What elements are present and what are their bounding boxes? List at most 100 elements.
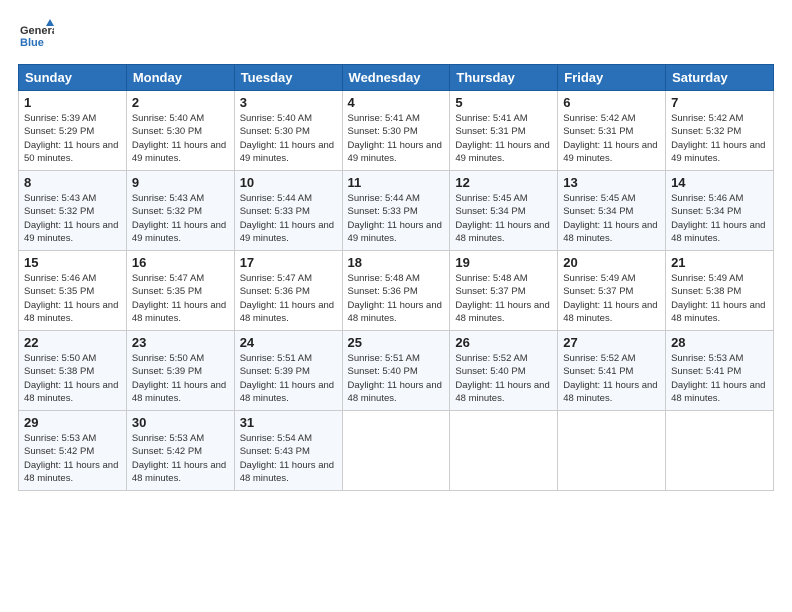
day-number: 6 — [563, 95, 660, 110]
weekday-header-sunday: Sunday — [19, 65, 127, 91]
weekday-header-thursday: Thursday — [450, 65, 558, 91]
day-number: 31 — [240, 415, 337, 430]
day-number: 7 — [671, 95, 768, 110]
calendar-cell: 4 Sunrise: 5:41 AM Sunset: 5:30 PM Dayli… — [342, 91, 450, 171]
day-info: Sunrise: 5:42 AM Sunset: 5:32 PM Dayligh… — [671, 112, 768, 165]
day-info: Sunrise: 5:47 AM Sunset: 5:36 PM Dayligh… — [240, 272, 337, 325]
calendar-cell: 28 Sunrise: 5:53 AM Sunset: 5:41 PM Dayl… — [666, 331, 774, 411]
day-number: 12 — [455, 175, 552, 190]
calendar-cell: 30 Sunrise: 5:53 AM Sunset: 5:42 PM Dayl… — [126, 411, 234, 491]
header: General Blue — [18, 18, 774, 54]
calendar-cell: 2 Sunrise: 5:40 AM Sunset: 5:30 PM Dayli… — [126, 91, 234, 171]
day-number: 9 — [132, 175, 229, 190]
calendar-cell — [342, 411, 450, 491]
calendar-cell: 7 Sunrise: 5:42 AM Sunset: 5:32 PM Dayli… — [666, 91, 774, 171]
calendar-cell: 16 Sunrise: 5:47 AM Sunset: 5:35 PM Dayl… — [126, 251, 234, 331]
calendar-cell — [450, 411, 558, 491]
day-number: 11 — [348, 175, 445, 190]
day-number: 28 — [671, 335, 768, 350]
weekday-header-friday: Friday — [558, 65, 666, 91]
day-info: Sunrise: 5:53 AM Sunset: 5:41 PM Dayligh… — [671, 352, 768, 405]
day-number: 19 — [455, 255, 552, 270]
page: General Blue SundayMondayTuesdayWednesda… — [0, 0, 792, 612]
logo: General Blue — [18, 18, 58, 54]
calendar-cell: 19 Sunrise: 5:48 AM Sunset: 5:37 PM Dayl… — [450, 251, 558, 331]
day-info: Sunrise: 5:44 AM Sunset: 5:33 PM Dayligh… — [348, 192, 445, 245]
calendar-cell: 12 Sunrise: 5:45 AM Sunset: 5:34 PM Dayl… — [450, 171, 558, 251]
day-number: 1 — [24, 95, 121, 110]
weekday-header-wednesday: Wednesday — [342, 65, 450, 91]
day-number: 17 — [240, 255, 337, 270]
calendar-cell: 10 Sunrise: 5:44 AM Sunset: 5:33 PM Dayl… — [234, 171, 342, 251]
svg-text:Blue: Blue — [20, 37, 44, 49]
day-info: Sunrise: 5:51 AM Sunset: 5:39 PM Dayligh… — [240, 352, 337, 405]
calendar-cell — [558, 411, 666, 491]
weekday-header-saturday: Saturday — [666, 65, 774, 91]
day-info: Sunrise: 5:40 AM Sunset: 5:30 PM Dayligh… — [240, 112, 337, 165]
calendar-cell: 21 Sunrise: 5:49 AM Sunset: 5:38 PM Dayl… — [666, 251, 774, 331]
calendar-cell: 31 Sunrise: 5:54 AM Sunset: 5:43 PM Dayl… — [234, 411, 342, 491]
day-number: 15 — [24, 255, 121, 270]
day-info: Sunrise: 5:52 AM Sunset: 5:40 PM Dayligh… — [455, 352, 552, 405]
day-number: 26 — [455, 335, 552, 350]
day-number: 22 — [24, 335, 121, 350]
calendar-cell: 24 Sunrise: 5:51 AM Sunset: 5:39 PM Dayl… — [234, 331, 342, 411]
day-number: 27 — [563, 335, 660, 350]
day-info: Sunrise: 5:49 AM Sunset: 5:38 PM Dayligh… — [671, 272, 768, 325]
calendar-cell: 22 Sunrise: 5:50 AM Sunset: 5:38 PM Dayl… — [19, 331, 127, 411]
day-number: 3 — [240, 95, 337, 110]
calendar-cell: 1 Sunrise: 5:39 AM Sunset: 5:29 PM Dayli… — [19, 91, 127, 171]
day-info: Sunrise: 5:50 AM Sunset: 5:38 PM Dayligh… — [24, 352, 121, 405]
day-number: 29 — [24, 415, 121, 430]
day-info: Sunrise: 5:48 AM Sunset: 5:36 PM Dayligh… — [348, 272, 445, 325]
day-info: Sunrise: 5:48 AM Sunset: 5:37 PM Dayligh… — [455, 272, 552, 325]
calendar-cell: 6 Sunrise: 5:42 AM Sunset: 5:31 PM Dayli… — [558, 91, 666, 171]
calendar-cell: 23 Sunrise: 5:50 AM Sunset: 5:39 PM Dayl… — [126, 331, 234, 411]
day-info: Sunrise: 5:45 AM Sunset: 5:34 PM Dayligh… — [455, 192, 552, 245]
calendar-cell: 3 Sunrise: 5:40 AM Sunset: 5:30 PM Dayli… — [234, 91, 342, 171]
day-info: Sunrise: 5:51 AM Sunset: 5:40 PM Dayligh… — [348, 352, 445, 405]
weekday-header-tuesday: Tuesday — [234, 65, 342, 91]
day-number: 24 — [240, 335, 337, 350]
logo-icon: General Blue — [18, 18, 54, 54]
calendar-cell: 14 Sunrise: 5:46 AM Sunset: 5:34 PM Dayl… — [666, 171, 774, 251]
day-number: 18 — [348, 255, 445, 270]
day-number: 13 — [563, 175, 660, 190]
calendar-table: SundayMondayTuesdayWednesdayThursdayFrid… — [18, 64, 774, 491]
calendar-cell: 20 Sunrise: 5:49 AM Sunset: 5:37 PM Dayl… — [558, 251, 666, 331]
day-number: 5 — [455, 95, 552, 110]
day-info: Sunrise: 5:54 AM Sunset: 5:43 PM Dayligh… — [240, 432, 337, 485]
calendar-cell: 17 Sunrise: 5:47 AM Sunset: 5:36 PM Dayl… — [234, 251, 342, 331]
day-number: 2 — [132, 95, 229, 110]
day-number: 16 — [132, 255, 229, 270]
day-info: Sunrise: 5:53 AM Sunset: 5:42 PM Dayligh… — [132, 432, 229, 485]
day-number: 23 — [132, 335, 229, 350]
calendar-cell: 29 Sunrise: 5:53 AM Sunset: 5:42 PM Dayl… — [19, 411, 127, 491]
day-info: Sunrise: 5:42 AM Sunset: 5:31 PM Dayligh… — [563, 112, 660, 165]
day-number: 25 — [348, 335, 445, 350]
day-info: Sunrise: 5:43 AM Sunset: 5:32 PM Dayligh… — [24, 192, 121, 245]
day-number: 20 — [563, 255, 660, 270]
calendar-cell: 9 Sunrise: 5:43 AM Sunset: 5:32 PM Dayli… — [126, 171, 234, 251]
day-number: 30 — [132, 415, 229, 430]
calendar-cell — [666, 411, 774, 491]
day-info: Sunrise: 5:53 AM Sunset: 5:42 PM Dayligh… — [24, 432, 121, 485]
day-info: Sunrise: 5:50 AM Sunset: 5:39 PM Dayligh… — [132, 352, 229, 405]
calendar-cell: 25 Sunrise: 5:51 AM Sunset: 5:40 PM Dayl… — [342, 331, 450, 411]
day-number: 21 — [671, 255, 768, 270]
calendar-cell: 18 Sunrise: 5:48 AM Sunset: 5:36 PM Dayl… — [342, 251, 450, 331]
day-number: 4 — [348, 95, 445, 110]
calendar-cell: 27 Sunrise: 5:52 AM Sunset: 5:41 PM Dayl… — [558, 331, 666, 411]
day-number: 10 — [240, 175, 337, 190]
day-info: Sunrise: 5:41 AM Sunset: 5:30 PM Dayligh… — [348, 112, 445, 165]
day-info: Sunrise: 5:52 AM Sunset: 5:41 PM Dayligh… — [563, 352, 660, 405]
day-number: 14 — [671, 175, 768, 190]
calendar-cell: 5 Sunrise: 5:41 AM Sunset: 5:31 PM Dayli… — [450, 91, 558, 171]
calendar-cell: 8 Sunrise: 5:43 AM Sunset: 5:32 PM Dayli… — [19, 171, 127, 251]
svg-text:General: General — [20, 25, 54, 37]
day-info: Sunrise: 5:40 AM Sunset: 5:30 PM Dayligh… — [132, 112, 229, 165]
day-info: Sunrise: 5:44 AM Sunset: 5:33 PM Dayligh… — [240, 192, 337, 245]
day-info: Sunrise: 5:46 AM Sunset: 5:35 PM Dayligh… — [24, 272, 121, 325]
calendar-cell: 13 Sunrise: 5:45 AM Sunset: 5:34 PM Dayl… — [558, 171, 666, 251]
day-info: Sunrise: 5:41 AM Sunset: 5:31 PM Dayligh… — [455, 112, 552, 165]
